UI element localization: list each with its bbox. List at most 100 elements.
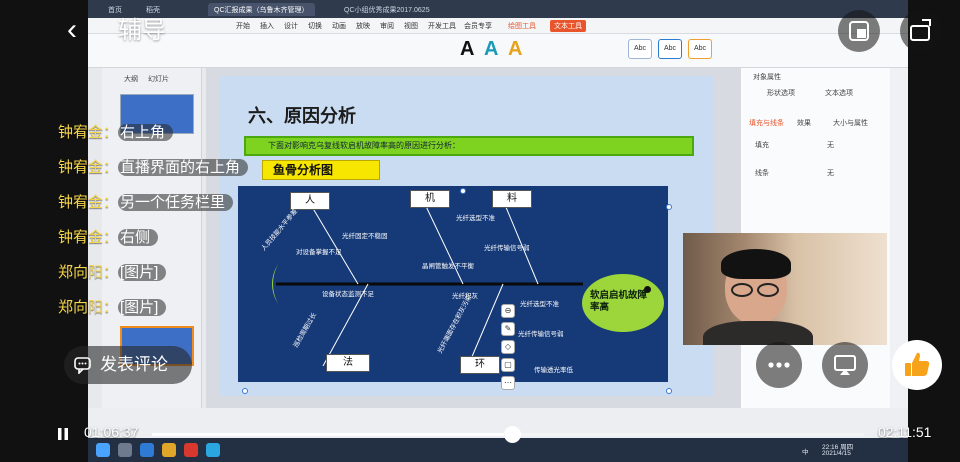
comment-label: 发表评论	[100, 355, 168, 374]
chat-author: 钟宥金：	[58, 124, 119, 141]
menu-start: 开始	[236, 23, 250, 30]
cast-button[interactable]	[822, 342, 868, 388]
category-material: 料	[492, 190, 532, 208]
chat-text: 右侧	[118, 229, 159, 246]
presenter-hair	[721, 249, 791, 279]
panel-tab-slides: 幻灯片	[148, 76, 169, 83]
chat-text: [图片]	[118, 264, 167, 281]
subtab-effects[interactable]: 效果	[797, 118, 811, 128]
cause-label: 光纤选型不准	[456, 215, 495, 222]
chat-text: 直播界面的右上角	[118, 159, 249, 176]
more-tool-icon[interactable]: ⋯	[501, 376, 515, 390]
wps-tab-qc-report: QC汇报成果（乌鲁木齐管理）	[208, 3, 315, 16]
chat-text: 另一个任务栏里	[118, 194, 234, 211]
slide-banner: 下面对影响克乌复线软启机故障率高的原因进行分析：	[244, 136, 694, 156]
fishbone-label: 鱼骨分析图	[262, 160, 380, 180]
wps-tab-qc-excellent: QC小组优秀成果2017.0625	[344, 7, 430, 14]
chat-message: 钟宥金： 右上角	[58, 122, 174, 144]
menu-text-tools: 文本工具	[550, 20, 586, 32]
comment-icon	[74, 357, 91, 374]
menu-developer: 开发工具	[428, 23, 456, 30]
tab-text-options[interactable]: 文本选项	[825, 88, 853, 98]
outline-tool-icon[interactable]: ▢	[501, 358, 515, 372]
cause-label: 光纤传输信号弱	[484, 245, 530, 252]
pip-icon	[849, 21, 869, 41]
bone-people	[307, 199, 359, 285]
text-style-black-icon: A	[460, 38, 475, 60]
current-time: 01:06:37	[84, 424, 139, 440]
properties-title: 对象属性	[753, 74, 781, 81]
selection-handle[interactable]	[666, 388, 672, 394]
progress-fill	[152, 433, 512, 436]
chat-author: 钟宥金：	[58, 229, 119, 246]
menu-insert: 插入	[260, 23, 274, 30]
fill-tool-icon[interactable]: ◇	[501, 340, 515, 354]
rotate-screen-icon	[910, 19, 931, 41]
line-label: 线条	[755, 170, 769, 177]
page-title: 辅导	[118, 17, 166, 44]
line-value[interactable]: 无	[827, 168, 834, 178]
category-people: 人	[290, 192, 330, 210]
menu-review: 审阅	[380, 23, 394, 30]
category-environment: 环	[460, 356, 500, 374]
text-style-orange-icon: A	[508, 38, 523, 60]
chat-message: 郑向阳： [图片]	[58, 297, 167, 319]
shape-style-1-icon: Abc	[628, 39, 652, 59]
menu-slideshow: 放映	[356, 23, 370, 30]
pause-icon[interactable]	[56, 427, 70, 441]
chat-message: 郑向阳： [图片]	[58, 262, 167, 284]
cause-label: 光纤传输信号弱	[518, 331, 564, 338]
cause-label: 对设备掌握不足	[296, 249, 342, 256]
wps-menu-bar: 开始 插入 设计 切换 动画 放映 审阅 视图 开发工具 会员专享 绘图工具 文…	[88, 18, 908, 34]
category-machine: 机	[410, 190, 450, 208]
subtab-size[interactable]: 大小与属性	[833, 118, 868, 128]
menu-design: 设计	[284, 23, 298, 30]
menu-drawing-tools: 绘图工具	[508, 23, 536, 30]
slide-title: 六、原因分析	[248, 106, 356, 127]
selection-handle[interactable]	[460, 188, 466, 194]
more-button[interactable]	[756, 342, 802, 388]
fill-value[interactable]: 无	[827, 140, 834, 150]
comment-button[interactable]: 发表评论	[64, 346, 192, 384]
cause-label: 设备状态监测不足	[322, 291, 374, 298]
layout-tool-icon[interactable]: ⊖	[501, 304, 515, 318]
cause-label: 传输透光率低	[534, 367, 573, 374]
like-button[interactable]	[892, 340, 942, 390]
more-icon	[768, 362, 790, 368]
taskbar-date: 2021/4/15	[822, 450, 851, 457]
wps-tab-bar: 首页 稻壳 QC汇报成果（乌鲁木齐管理） QC小组优秀成果2017.0625	[88, 0, 908, 18]
fill-label: 填充	[755, 142, 769, 149]
cause-label: 晶闸管触发不平衡	[422, 263, 474, 270]
style-tool-icon[interactable]: ✎	[501, 322, 515, 336]
shape-style-2-icon: Abc	[658, 39, 682, 59]
menu-animation: 动画	[332, 23, 346, 30]
chat-message: 钟宥金： 右侧	[58, 227, 159, 249]
slide: 六、原因分析 下面对影响克乌复线软启机故障率高的原因进行分析： 鱼骨分析图 人 …	[220, 76, 714, 396]
chat-author: 钟宥金：	[58, 159, 119, 176]
tab-shape-options[interactable]: 形状选项	[767, 88, 795, 98]
chat-author: 钟宥金：	[58, 194, 119, 211]
glasses-icon	[731, 283, 753, 297]
slide-canvas: 六、原因分析 下面对影响克乌复线软启机故障率高的原因进行分析： 鱼骨分析图 人 …	[206, 68, 740, 408]
fish-head-text: 软启启机故障率高	[590, 290, 648, 313]
glasses-icon	[757, 283, 779, 297]
pip-button[interactable]	[838, 10, 880, 52]
chat-message: 钟宥金： 直播界面的右上角	[58, 157, 249, 179]
progress-track[interactable]	[152, 426, 864, 443]
subtab-fill-line[interactable]: 填充与线条	[749, 118, 784, 128]
chat-text: [图片]	[118, 299, 167, 316]
panel-tab-outline: 大纲	[124, 76, 138, 83]
menu-member: 会员专享	[464, 23, 492, 30]
chat-author: 郑向阳：	[58, 299, 119, 316]
progress-knob[interactable]	[503, 426, 521, 443]
webcam-inset	[683, 233, 887, 345]
selection-handle[interactable]	[242, 388, 248, 394]
chat-text: 右上角	[118, 124, 174, 141]
total-time: 02:11:51	[878, 424, 932, 440]
chat-message: 钟宥金： 另一个任务栏里	[58, 192, 234, 214]
rotate-button[interactable]	[900, 10, 942, 52]
menu-transition: 切换	[308, 23, 322, 30]
back-button[interactable]: ‹	[56, 14, 88, 48]
category-method: 法	[326, 354, 370, 372]
selection-handle[interactable]	[666, 204, 672, 210]
